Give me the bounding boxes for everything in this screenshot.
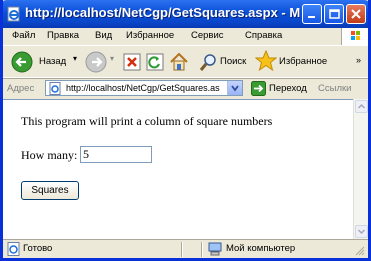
standard-toolbar: Назад ▾ ▾ Поиск Избранное » [3, 45, 368, 79]
address-input[interactable]: http://localhost/NetCgp/GetSquares.as [45, 80, 243, 96]
scroll-up-icon[interactable] [355, 100, 368, 113]
my-computer-icon [208, 242, 223, 258]
how-many-label: How many: [21, 148, 78, 162]
close-button[interactable] [346, 4, 366, 24]
title-bar[interactable]: http://localhost/NetCgp/GetSquares.aspx … [3, 0, 368, 28]
status-divider [201, 242, 203, 257]
back-dropdown-icon[interactable]: ▾ [73, 54, 77, 63]
address-dropdown-icon[interactable] [227, 81, 242, 95]
menu-edit[interactable]: Правка [47, 30, 79, 41]
browser-window: http://localhost/NetCgp/GetSquares.aspx … [0, 0, 371, 261]
address-label: Адрес [7, 83, 35, 94]
menu-help[interactable]: Справка [245, 30, 282, 41]
home-icon[interactable] [168, 51, 190, 76]
page-icon [49, 82, 62, 98]
address-bar: Адрес http://localhost/NetCgp/GetSquares… [3, 77, 368, 101]
menu-tools[interactable]: Сервис [191, 30, 224, 41]
search-button-label[interactable]: Поиск [220, 56, 246, 67]
links-label[interactable]: Ссылки [318, 83, 351, 94]
favorites-button-label[interactable]: Избранное [279, 56, 327, 67]
resize-grip-icon[interactable] [355, 246, 365, 258]
forward-arrow-icon[interactable] [85, 51, 107, 76]
windows-logo-icon [341, 28, 368, 45]
status-bar: Готово Мой компьютер [3, 239, 368, 258]
ie-page-icon [6, 6, 22, 22]
scroll-down-icon[interactable] [355, 225, 368, 238]
how-many-input[interactable]: 5 [80, 146, 152, 163]
menu-favorites[interactable]: Избранное [126, 30, 174, 41]
search-icon[interactable] [199, 52, 219, 75]
maximize-button[interactable] [324, 4, 344, 24]
status-divider [181, 242, 183, 257]
go-arrow-icon[interactable] [251, 81, 266, 99]
toolbar-overflow-icon[interactable]: » [356, 55, 361, 65]
forward-dropdown-icon[interactable]: ▾ [110, 54, 114, 63]
refresh-icon[interactable] [146, 53, 164, 74]
minimize-button[interactable] [302, 4, 322, 24]
status-text: Готово [23, 243, 53, 254]
favorites-star-icon[interactable] [254, 49, 278, 75]
menu-view[interactable]: Вид [95, 30, 112, 41]
stop-icon[interactable] [123, 53, 141, 74]
squares-button[interactable]: Squares [21, 181, 79, 200]
window-title: http://localhost/NetCgp/GetSquares.aspx … [25, 5, 300, 20]
menu-bar: Файл Правка Вид Избранное Сервис Справка [3, 28, 368, 45]
go-button-label[interactable]: Переход [269, 83, 307, 94]
vertical-scrollbar[interactable] [353, 99, 368, 239]
back-button-label[interactable]: Назад [39, 56, 66, 67]
status-page-icon [7, 242, 21, 258]
back-arrow-icon[interactable] [11, 51, 33, 76]
intro-text: This program will print a column of squa… [21, 114, 273, 128]
menu-file[interactable]: Файл [12, 30, 35, 41]
address-url: http://localhost/NetCgp/GetSquares.as [66, 83, 220, 93]
zone-text: Мой компьютер [226, 243, 296, 254]
